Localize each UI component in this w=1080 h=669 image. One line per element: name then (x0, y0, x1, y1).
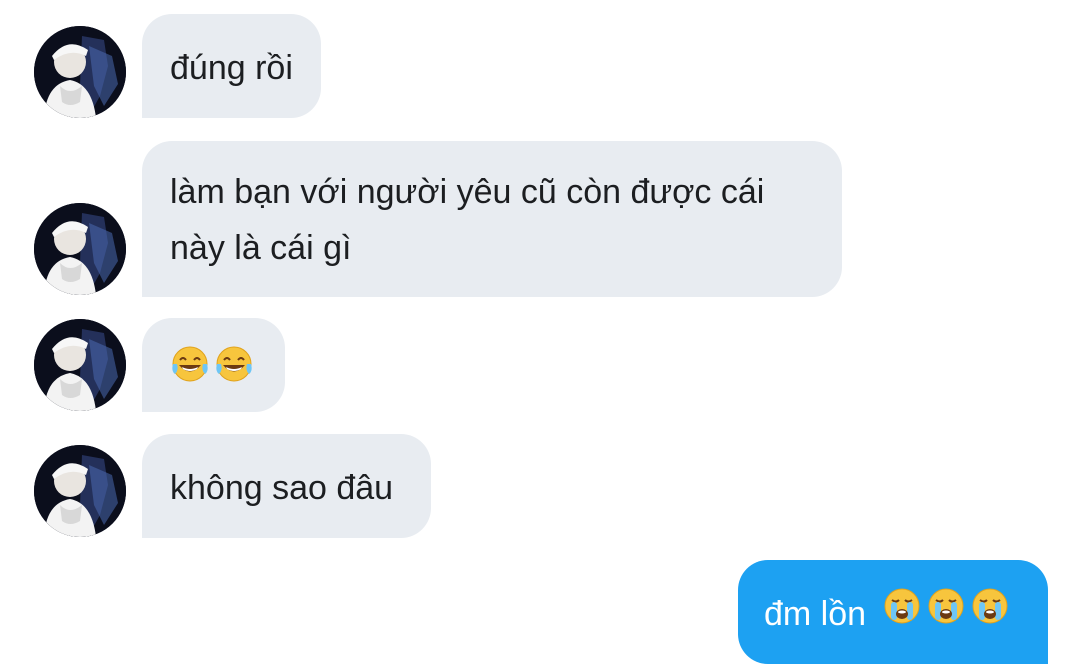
loudly-crying-face-icon (882, 586, 922, 643)
message-text: không sao đâu (170, 469, 394, 508)
message-text: đúng rồi (170, 49, 293, 88)
avatar[interactable] (34, 319, 126, 411)
message-bubble[interactable]: làm bạn với người yêu cũ còn được cái nà… (142, 141, 842, 297)
avatar[interactable] (34, 445, 126, 537)
message-bubble[interactable]: không sao đâu (142, 434, 431, 538)
avatar[interactable] (34, 26, 126, 118)
avatar[interactable] (34, 203, 126, 295)
message-bubble[interactable]: đúng rồi (142, 14, 321, 118)
message-bubble[interactable]: đm lồn (738, 560, 1048, 664)
message-text-line: làm bạn với người yêu cũ còn được cái (170, 173, 765, 211)
chat-thread: đúng rồi làm bạn với người yêu cũ còn đư… (0, 0, 1080, 669)
message-bubble[interactable] (142, 318, 285, 412)
loudly-crying-face-icon (926, 586, 966, 643)
face-with-tears-of-joy-icon (214, 344, 254, 401)
loudly-crying-face-icon (970, 586, 1010, 643)
message-text-line: này là cái gì (170, 229, 352, 267)
message-text: đm lồn (764, 595, 867, 634)
face-with-tears-of-joy-icon (170, 344, 210, 401)
